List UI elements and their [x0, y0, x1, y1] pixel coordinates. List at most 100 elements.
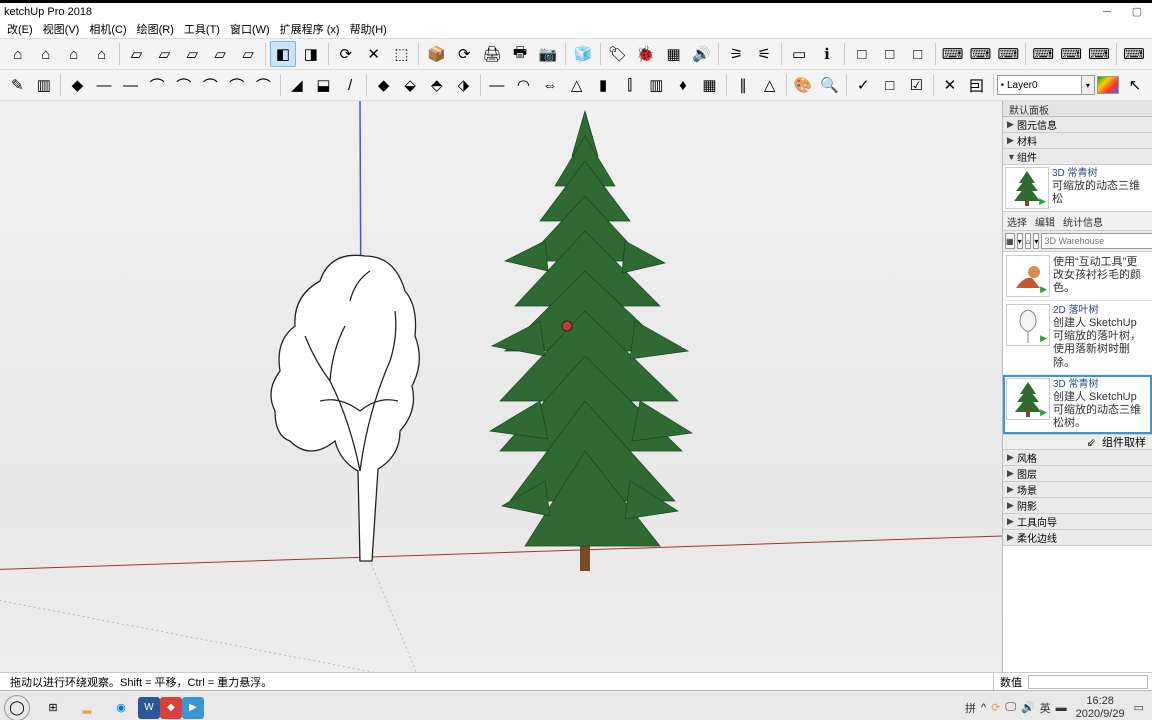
layer-dropdown-arrow[interactable]: ▾ — [1082, 75, 1095, 95]
toolbar-button[interactable]: ☑ — [904, 72, 929, 98]
toolbar-button[interactable]: ◆ — [371, 72, 396, 98]
toolbar-button[interactable]: ▥ — [644, 72, 669, 98]
tab-edit[interactable]: 编辑 — [1035, 214, 1055, 229]
toolbar-button[interactable]: 🖨 — [479, 41, 505, 67]
nav-dropdown[interactable]: ▾ — [1033, 233, 1039, 249]
toolbar-button[interactable]: 📷 — [535, 41, 561, 67]
toolbar-button[interactable]: ⬚ — [389, 41, 415, 67]
section-components[interactable]: ▼组件 — [1003, 149, 1152, 165]
toolbar-button[interactable]: 🧊 — [570, 41, 596, 67]
menu-help[interactable]: 帮助(H) — [345, 21, 392, 37]
toolbar-button[interactable]: ℹ — [814, 41, 840, 67]
toolbar-button[interactable]: ▱ — [151, 41, 177, 67]
tray-notification-icon[interactable]: ▭ — [1134, 701, 1148, 714]
toolbar-button[interactable]: 🔊 — [688, 41, 714, 67]
section-scenes[interactable]: ▶场景 — [1003, 482, 1152, 498]
tray-icon[interactable]: 拼 — [965, 700, 976, 716]
start-button[interactable]: ◯ — [4, 695, 30, 720]
toolbar-button[interactable]: ⌂ — [89, 41, 115, 67]
toolbar-button[interactable]: ◢ — [285, 72, 310, 98]
toolbar-button[interactable]: ✕ — [938, 72, 963, 98]
toolbar-button[interactable]: □ — [877, 41, 903, 67]
toolbar-button[interactable]: ⌨ — [1058, 41, 1084, 67]
toolbar-button[interactable]: ▭ — [786, 41, 812, 67]
toolbar-button[interactable]: ▦ — [661, 41, 687, 67]
tray-ime[interactable]: 英 — [1040, 700, 1051, 716]
toolbar-button[interactable]: — — [485, 72, 510, 98]
toolbar-button[interactable]: ◆ — [65, 72, 90, 98]
view-list-button[interactable]: ▾ — [1017, 233, 1023, 249]
section-style[interactable]: ▶风格 — [1003, 450, 1152, 466]
toolbar-button[interactable]: 📦 — [423, 41, 449, 67]
minimize-button[interactable]: ─ — [1092, 2, 1122, 22]
toolbar-button[interactable]: ⟳ — [451, 41, 477, 67]
toolbar-button[interactable]: ⌂ — [33, 41, 59, 67]
toolbar-button[interactable]: ◧ — [270, 41, 296, 67]
toolbar-button[interactable]: ⬓ — [311, 72, 336, 98]
menu-camera[interactable]: 相机(C) — [84, 21, 131, 37]
toolbar-button[interactable]: ✎ — [5, 72, 30, 98]
toolbar-button[interactable]: ⇔ — [538, 72, 563, 98]
maximize-button[interactable]: ▢ — [1122, 2, 1152, 22]
toolbar-button[interactable]: ⌨ — [940, 41, 966, 67]
toolbar-button[interactable]: ⌒ — [251, 72, 276, 98]
toolbar-button[interactable]: — — [118, 72, 143, 98]
toolbar-button[interactable]: ▥ — [32, 72, 57, 98]
viewport-3d[interactable] — [0, 101, 1002, 672]
toolbar-button[interactable]: □ — [905, 41, 931, 67]
toolbar-button[interactable]: ⌨ — [1030, 41, 1056, 67]
sketchup-icon[interactable]: ◆ — [160, 697, 182, 719]
cursor-button[interactable]: ↖ — [1123, 72, 1148, 98]
sampler-back-icon[interactable]: ⇙ — [1087, 436, 1096, 449]
home-button[interactable]: ⌂ — [1025, 233, 1032, 249]
toolbar-button[interactable]: 🎨 — [791, 72, 816, 98]
edge-icon[interactable]: ◉ — [104, 693, 138, 720]
taskview-icon[interactable]: ⊞ — [36, 693, 70, 720]
toolbar-button[interactable]: ⟳ — [333, 41, 359, 67]
tab-stats[interactable]: 统计信息 — [1063, 214, 1103, 229]
toolbar-button[interactable]: ∥ — [731, 72, 756, 98]
menu-view[interactable]: 视图(V) — [38, 21, 85, 37]
toolbar-button[interactable]: ⬗ — [451, 72, 476, 98]
tray-volume-icon[interactable]: 🔊 — [1021, 701, 1035, 714]
menu-window[interactable]: 窗口(W) — [225, 21, 275, 37]
toolbar-button[interactable]: 🔍 — [817, 72, 842, 98]
toolbar-button[interactable]: △ — [564, 72, 589, 98]
toolbar-button[interactable]: 🖶 — [507, 41, 533, 67]
toolbar-button[interactable]: — — [92, 72, 117, 98]
section-shadows[interactable]: ▶阴影 — [1003, 498, 1152, 514]
toolbar-button[interactable]: ⌨ — [1086, 41, 1112, 67]
tray-monitor-icon[interactable]: 🖵 — [1005, 701, 1016, 714]
toolbar-button[interactable]: ▱ — [179, 41, 205, 67]
toolbar-button[interactable]: ⌨ — [1121, 41, 1147, 67]
toolbar-button[interactable]: ▱ — [124, 41, 150, 67]
list-item-selected[interactable]: ▶ 3D 常青树创建人 SketchUp 可缩放的动态三维松树。 — [1003, 375, 1152, 435]
section-soften[interactable]: ▶柔化边线 — [1003, 530, 1152, 546]
toolbar-button[interactable]: ⌂ — [61, 41, 87, 67]
toolbar-button[interactable]: ♦ — [671, 72, 696, 98]
word-icon[interactable]: W — [138, 697, 160, 719]
toolbar-button[interactable]: ✓ — [851, 72, 876, 98]
toolbar-button[interactable]: ⌨ — [968, 41, 994, 67]
toolbar-button[interactable]: ◠ — [511, 72, 536, 98]
toolbar-button[interactable]: ▦ — [697, 72, 722, 98]
toolbar-button[interactable]: ⬙ — [398, 72, 423, 98]
toolbar-button[interactable]: ▮ — [591, 72, 616, 98]
toolbar-button[interactable]: ⫿ — [617, 72, 642, 98]
list-item[interactable]: ▶ 2D 落叶树创建人 SketchUp 可缩放的落叶树，使用落新树时删除。 — [1003, 301, 1152, 375]
tray-clock[interactable]: 16:28 2020/9/29 — [1072, 695, 1129, 719]
section-entity-info[interactable]: ▶图元信息 — [1003, 117, 1152, 133]
tray-battery-icon[interactable]: ▬ — [1056, 702, 1067, 714]
toolbar-button[interactable]: ⌂ — [5, 41, 31, 67]
toolbar-button[interactable]: ⌒ — [145, 72, 170, 98]
toolbar-button[interactable]: ▱ — [207, 41, 233, 67]
toolbar-button[interactable]: △ — [757, 72, 782, 98]
app-icon[interactable]: ▶ — [182, 697, 204, 719]
toolbar-button[interactable]: / — [338, 72, 363, 98]
measurement-input[interactable] — [1028, 675, 1148, 689]
view-grid-button[interactable]: ▦ — [1005, 233, 1015, 249]
layer-color-button[interactable] — [1096, 72, 1121, 98]
tray-up-icon[interactable]: ^ — [981, 702, 986, 714]
toolbar-button[interactable]: ◨ — [298, 41, 324, 67]
list-item[interactable]: ▶ 使用“互动工具”更改女孩衬衫毛的颜色。 — [1003, 252, 1152, 301]
